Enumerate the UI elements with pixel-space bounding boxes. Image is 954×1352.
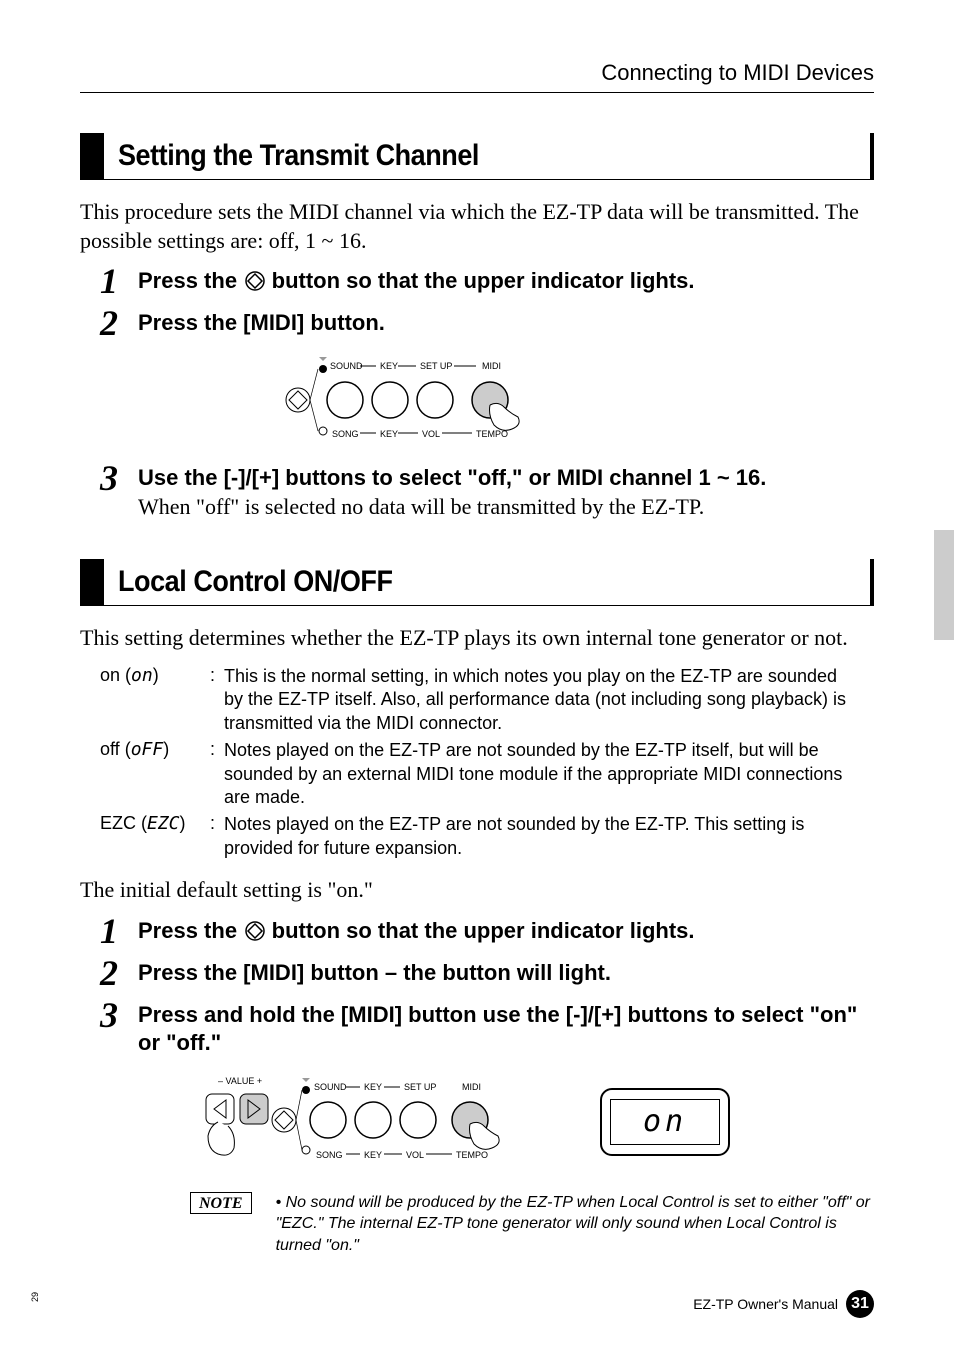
section2-step3: 3 Press and hold the [MIDI] button use t… (100, 1001, 874, 1058)
side-page-num: 29 (30, 1292, 40, 1302)
lcd-value: on (610, 1099, 720, 1145)
def-term: on (100, 665, 120, 685)
label-setup: SET UP (420, 361, 452, 371)
section-heading-transmit: Setting the Transmit Channel (80, 133, 874, 180)
def-desc: This is the normal setting, in which not… (224, 665, 854, 735)
def-seg: oFF (131, 739, 164, 760)
side-tab (934, 530, 954, 640)
svg-text:KEY: KEY (364, 1082, 382, 1092)
svg-text:SET UP: SET UP (404, 1082, 436, 1092)
label-sound: SOUND (330, 361, 363, 371)
def-seg: EZC (147, 813, 180, 834)
step1-text-a: Press the (138, 918, 243, 943)
lcd-display: on (600, 1088, 730, 1156)
step3-text: Press and hold the [MIDI] button use the… (138, 1002, 857, 1056)
def-off: off (oFF) : Notes played on the EZ-TP ar… (100, 739, 854, 809)
step1-text-b: button so that the upper indicator light… (272, 268, 695, 293)
step3-title: Use the [-]/[+] buttons to select "off,"… (138, 464, 874, 493)
svg-text:SONG: SONG (316, 1150, 343, 1160)
diamond-icon (245, 271, 265, 296)
label-midi: MIDI (482, 361, 501, 371)
def-on: on (on) : This is the normal setting, in… (100, 665, 854, 735)
step1-text-b: button so that the upper indicator light… (272, 918, 695, 943)
svg-text:VOL: VOL (422, 429, 440, 439)
def-term: off (100, 739, 120, 759)
step-number: 2 (100, 305, 132, 341)
svg-text:SONG: SONG (332, 429, 359, 439)
svg-text:SOUND: SOUND (314, 1082, 347, 1092)
step2-text: Press the [MIDI] button – the button wil… (138, 960, 611, 985)
diamond-icon (245, 921, 265, 946)
footer-book: EZ-TP Owner's Manual (693, 1296, 838, 1312)
step1-text-a: Press the (138, 268, 243, 293)
svg-text:TEMPO: TEMPO (476, 429, 508, 439)
note-box: NOTE • No sound will be produced by the … (190, 1192, 874, 1257)
section2-step1: 1 Press the button so that the upper ind… (100, 917, 874, 949)
svg-text:TEMPO: TEMPO (456, 1150, 488, 1160)
label-key: KEY (380, 361, 398, 371)
page-number: 31 (846, 1290, 874, 1318)
svg-text:MIDI: MIDI (462, 1082, 481, 1092)
section1-intro: This procedure sets the MIDI channel via… (80, 198, 874, 255)
note-label: NOTE (190, 1192, 252, 1214)
panel-diagram: SOUND KEY SET UP MIDI SONG KEY VOL TEMPO (280, 355, 874, 450)
def-term: EZC (100, 813, 136, 833)
section-heading-text: Setting the Transmit Channel (118, 139, 782, 173)
svg-text:VOL: VOL (406, 1150, 424, 1160)
step-number: 1 (100, 913, 132, 949)
step2-text: Press the [MIDI] button. (138, 310, 385, 335)
def-desc: Notes played on the EZ-TP are not sounde… (224, 739, 854, 809)
page-footer: EZ-TP Owner's Manual 31 (693, 1290, 874, 1318)
section-heading-local: Local Control ON/OFF (80, 559, 874, 606)
section-heading-text: Local Control ON/OFF (118, 565, 782, 599)
page-header: Connecting to MIDI Devices (80, 60, 874, 93)
definition-list: on (on) : This is the normal setting, in… (100, 665, 854, 860)
def-desc: Notes played on the EZ-TP are not sounde… (224, 813, 854, 860)
step3-desc: When "off" is selected no data will be t… (138, 493, 874, 522)
svg-text:KEY: KEY (380, 429, 398, 439)
default-setting-text: The initial default setting is "on." (80, 876, 874, 905)
def-ezc: EZC (EZC) : Notes played on the EZ-TP ar… (100, 813, 854, 860)
svg-text:– VALUE +: – VALUE + (218, 1076, 262, 1086)
section2-intro: This setting determines whether the EZ-T… (80, 624, 874, 653)
note-text: • No sound will be produced by the EZ-TP… (276, 1192, 874, 1257)
section1-step1: 1 Press the button so that the upper ind… (100, 267, 874, 299)
section2-step2: 2 Press the [MIDI] button – the button w… (100, 959, 874, 991)
section1-step2: 2 Press the [MIDI] button. (100, 309, 874, 341)
svg-text:KEY: KEY (364, 1150, 382, 1160)
def-seg: on (131, 665, 153, 686)
step-number: 3 (100, 997, 132, 1033)
step-number: 3 (100, 460, 132, 496)
step-number: 2 (100, 955, 132, 991)
step-number: 1 (100, 263, 132, 299)
section1-step3: 3 Use the [-]/[+] buttons to select "off… (100, 464, 874, 521)
panel-diagram-2: – VALUE + SOUND KEY SET UP MIDI SONG KEY… (200, 1072, 874, 1172)
